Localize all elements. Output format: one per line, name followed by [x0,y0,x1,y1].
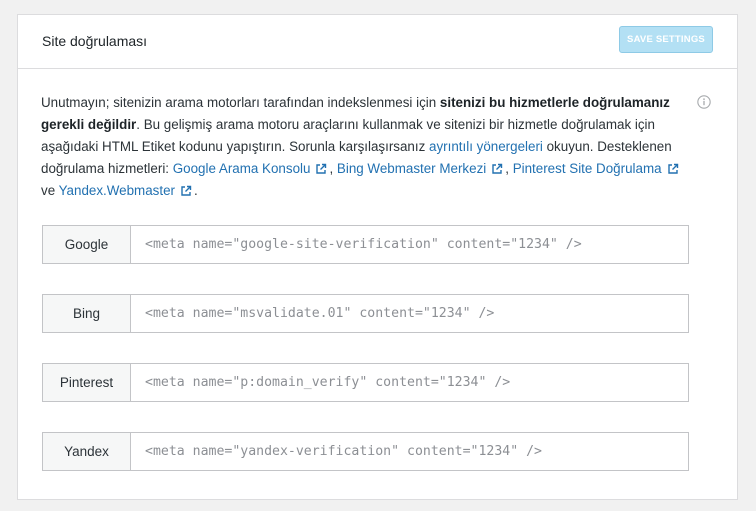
yandex-verification-row: Yandex <meta name="yandex-verification" … [42,432,689,471]
service-label: Pinterest [42,363,131,402]
external-link-icon[interactable] [180,185,192,197]
yandex-webmaster-link[interactable]: Yandex.Webmaster [59,183,175,198]
google-verification-row: Google <meta name="google-site-verificat… [42,225,689,264]
guidelines-link[interactable]: ayrıntılı yönergeleri [429,139,543,154]
panel-header: Site doğrulaması SAVE SETTINGS [18,15,737,69]
external-link-icon[interactable] [491,163,503,175]
description-text: Unutmayın; sitenizin arama motorları tar… [41,92,696,202]
yandex-verification-input[interactable]: <meta name="yandex-verification" content… [131,432,689,471]
description-part: , [329,161,337,176]
google-verification-input[interactable]: <meta name="google-site-verification" co… [131,225,689,264]
external-link-icon[interactable] [667,163,679,175]
service-label: Google [42,225,131,264]
google-search-console-link[interactable]: Google Arama Konsolu [173,161,311,176]
panel-title: Site doğrulaması [42,33,148,49]
description-part: ve [41,183,59,198]
pinterest-verification-input[interactable]: <meta name="p:domain_verify" content="12… [131,363,689,402]
pinterest-verification-link[interactable]: Pinterest Site Doğrulama [513,161,662,176]
description-part: . [193,183,198,198]
pinterest-verification-row: Pinterest <meta name="p:domain_verify" c… [42,363,689,402]
info-circle-icon[interactable] [697,95,711,109]
service-label: Yandex [42,432,131,471]
service-label: Bing [42,294,131,333]
bing-webmaster-link[interactable]: Bing Webmaster Merkezi [337,161,486,176]
description-part: , [505,161,513,176]
external-link-icon[interactable] [315,163,327,175]
save-settings-button[interactable]: SAVE SETTINGS [619,26,713,53]
bing-verification-row: Bing <meta name="msvalidate.01" content=… [42,294,689,333]
bing-verification-input[interactable]: <meta name="msvalidate.01" content="1234… [131,294,689,333]
description-part: Unutmayın; sitenizin arama motorları tar… [41,95,440,110]
